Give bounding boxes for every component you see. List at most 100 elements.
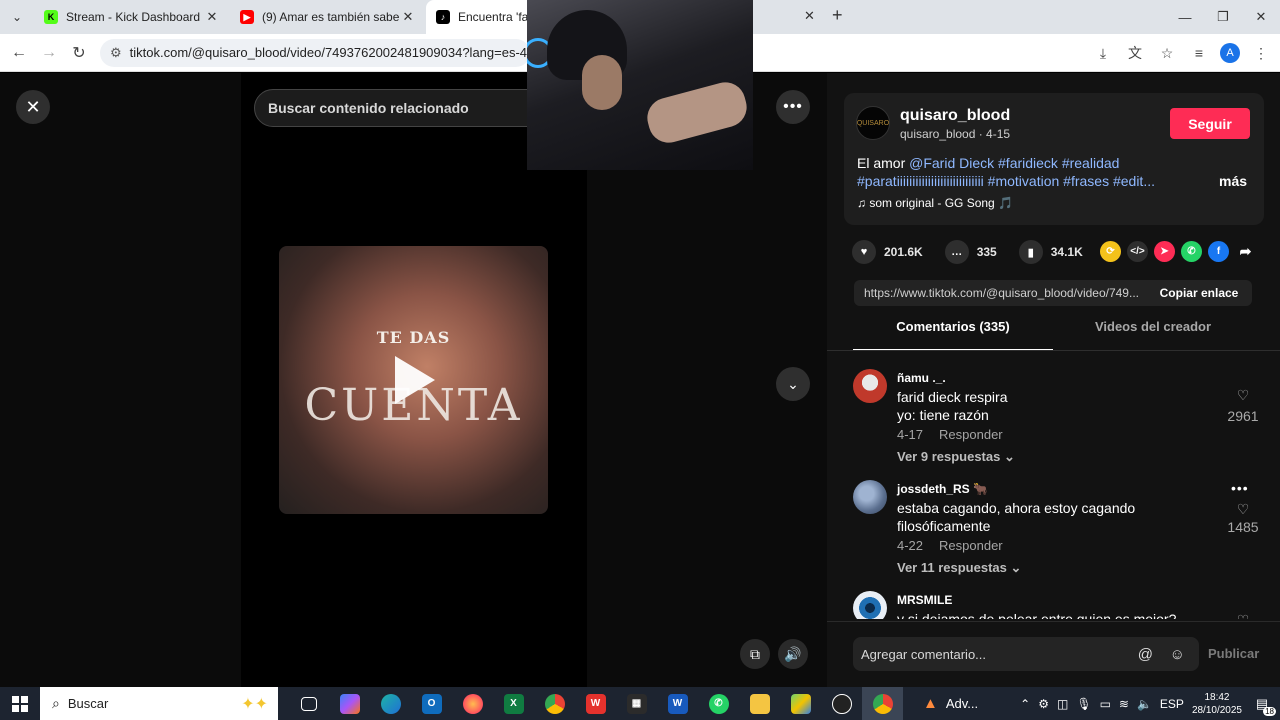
next-video-button[interactable]: ⌄	[776, 367, 810, 401]
reload-icon[interactable]: ↻	[64, 43, 94, 63]
whatsapp-icon[interactable]: ✆	[1181, 241, 1202, 262]
copy-link-button[interactable]: Copiar enlace	[1146, 286, 1252, 300]
embed-icon[interactable]: </>	[1127, 241, 1148, 262]
repost-icon[interactable]: ⟳	[1100, 241, 1121, 262]
view-replies-button[interactable]: Ver 11 respuestas ⌄	[897, 560, 1021, 576]
bookmark-star-icon[interactable]: ☆	[1156, 45, 1178, 62]
obs-icon[interactable]	[821, 687, 862, 720]
word-icon[interactable]: W	[657, 687, 698, 720]
bluestacks-icon[interactable]	[780, 687, 821, 720]
close-window-icon[interactable]: ✕	[1242, 0, 1280, 34]
floating-player-icon[interactable]: ⧉	[740, 639, 770, 669]
profile-avatar[interactable]: A	[1220, 43, 1240, 63]
start-button[interactable]	[0, 687, 40, 720]
mic-icon[interactable]: 🎙	[1076, 697, 1091, 711]
translate-icon[interactable]: 文	[1124, 43, 1146, 63]
commenter-avatar[interactable]	[853, 480, 887, 514]
bookmark-icon[interactable]: ▮	[1018, 240, 1043, 264]
comment-more-icon[interactable]: •••	[1231, 480, 1249, 496]
minimize-icon[interactable]: —	[1166, 0, 1204, 34]
video-player[interactable]: TE DAS CUENTA	[279, 246, 548, 514]
app-icon[interactable]: ▦	[616, 687, 657, 720]
back-icon[interactable]: ←	[4, 44, 34, 62]
comment-input[interactable]: Agregar comentario... @ ☺	[853, 637, 1199, 671]
reply-button[interactable]: Responder	[939, 427, 1003, 442]
clock[interactable]: 18:42 28/10/2025	[1192, 691, 1242, 717]
music-link[interactable]: ♫ som original - GG Song 🎵	[857, 196, 1013, 210]
browser-menu-icon[interactable]: ⋮	[1250, 45, 1272, 62]
battery-icon[interactable]: ▭	[1100, 697, 1111, 711]
tray-chevron-icon[interactable]: ⌃	[1020, 697, 1030, 711]
taskbar-search[interactable]: ⌕ Buscar ✦✦	[40, 687, 278, 720]
reply-button[interactable]: Responder	[939, 538, 1003, 553]
commenter-name[interactable]: ñamu ._.	[897, 371, 946, 385]
commenter-name[interactable]: MRSMILE	[897, 593, 952, 607]
send-icon[interactable]: ➤	[1154, 241, 1175, 262]
publish-button[interactable]: Publicar	[1208, 646, 1259, 661]
new-tab-icon[interactable]: +	[832, 5, 843, 26]
comment-icon[interactable]: …	[944, 240, 969, 264]
camera-icon[interactable]: ◫	[1057, 697, 1068, 711]
more-caption-button[interactable]: más	[1219, 173, 1247, 189]
mention-icon[interactable]: @	[1138, 646, 1153, 663]
more-options-button[interactable]: •••	[776, 90, 810, 124]
language-indicator[interactable]: ESP	[1160, 697, 1184, 711]
comment-like-icon[interactable]: ♡	[1235, 501, 1251, 518]
edge-icon[interactable]	[370, 687, 411, 720]
notification-icon[interactable]: ▤ 18	[1250, 696, 1276, 716]
creator-avatar[interactable]: QUISARO	[856, 106, 890, 140]
creator-username[interactable]: quisaro_blood	[900, 107, 1010, 125]
picture-in-picture-window[interactable]	[527, 0, 753, 170]
caption-tags-1[interactable]: @Farid Dieck #faridieck #realidad	[909, 155, 1119, 171]
outlook-icon[interactable]: O	[411, 687, 452, 720]
emoji-icon[interactable]: ☺	[1170, 646, 1185, 663]
share-arrow-icon[interactable]: ➦	[1235, 241, 1256, 262]
speaker-icon[interactable]: 🔈	[1137, 697, 1152, 711]
save-stat[interactable]: ▮ 34.1K	[1018, 240, 1083, 264]
wps-icon[interactable]: W	[575, 687, 616, 720]
install-app-icon[interactable]: ⤓	[1092, 45, 1114, 62]
file-explorer-icon[interactable]	[739, 687, 780, 720]
task-view-icon[interactable]	[288, 687, 329, 720]
media-control-icon[interactable]: ≡	[1188, 45, 1210, 61]
excel-icon[interactable]: X	[493, 687, 534, 720]
comment-count: 335	[976, 245, 997, 259]
tab-search-icon[interactable]: ⌄	[0, 0, 34, 34]
follow-button[interactable]: Seguir	[1170, 108, 1250, 139]
commenter-avatar[interactable]	[853, 369, 887, 403]
firefox-icon[interactable]	[452, 687, 493, 720]
maximize-icon[interactable]: ❐	[1204, 0, 1242, 34]
view-replies-button[interactable]: Ver 9 respuestas ⌄	[897, 449, 1015, 465]
tab-kick[interactable]: K Stream - Kick Dashboard ✕	[34, 0, 230, 34]
address-bar[interactable]: ⚙ tiktok.com/@quisaro_blood/video/749376…	[100, 38, 530, 67]
caption-tags-2[interactable]: #paratiiiiiiiiiiiiiiiiiiiiiiiiiiii #moti…	[857, 173, 1155, 189]
tray-app-icon[interactable]: ⚙	[1038, 697, 1049, 711]
close-tab-icon[interactable]: ✕	[400, 9, 416, 25]
play-icon[interactable]	[395, 356, 435, 404]
close-tab-icon[interactable]: ✕	[804, 8, 815, 24]
related-search-input[interactable]: Buscar contenido relacionado	[254, 89, 554, 127]
tab-youtube[interactable]: ▶ (9) Amar es también saber irse ✕	[230, 0, 426, 34]
site-info-icon[interactable]: ⚙	[110, 45, 122, 61]
copilot-icon[interactable]	[329, 687, 370, 720]
share-link-text[interactable]: https://www.tiktok.com/@quisaro_blood/vi…	[854, 286, 1146, 300]
tab-creator-videos[interactable]: Videos del creador	[1053, 319, 1253, 351]
whatsapp-taskbar-icon[interactable]: ✆	[698, 687, 739, 720]
volume-icon[interactable]: 🔊	[778, 639, 808, 669]
tab-comments[interactable]: Comentarios (335)	[853, 319, 1053, 351]
commenter-avatar[interactable]	[853, 591, 887, 619]
commenter-name[interactable]: jossdeth_RS 🐂	[897, 482, 988, 496]
chrome-icon[interactable]	[534, 687, 575, 720]
comment-like-icon[interactable]: ♡	[1235, 612, 1251, 619]
weather-advisory[interactable]: ▲ Adv...	[923, 695, 978, 712]
like-stat[interactable]: ♥ 201.6K	[852, 240, 923, 264]
close-tab-icon[interactable]: ✕	[204, 9, 220, 25]
heart-icon[interactable]: ♥	[852, 240, 876, 264]
forward-icon[interactable]: →	[34, 44, 64, 62]
close-video-button[interactable]: ✕	[16, 90, 50, 124]
comment-like-icon[interactable]: ♡	[1235, 387, 1251, 404]
comment-stat[interactable]: … 335	[944, 240, 997, 264]
wifi-icon[interactable]: ≋	[1119, 697, 1129, 711]
facebook-icon[interactable]: f	[1208, 241, 1229, 262]
chrome-active-icon[interactable]	[862, 687, 903, 720]
